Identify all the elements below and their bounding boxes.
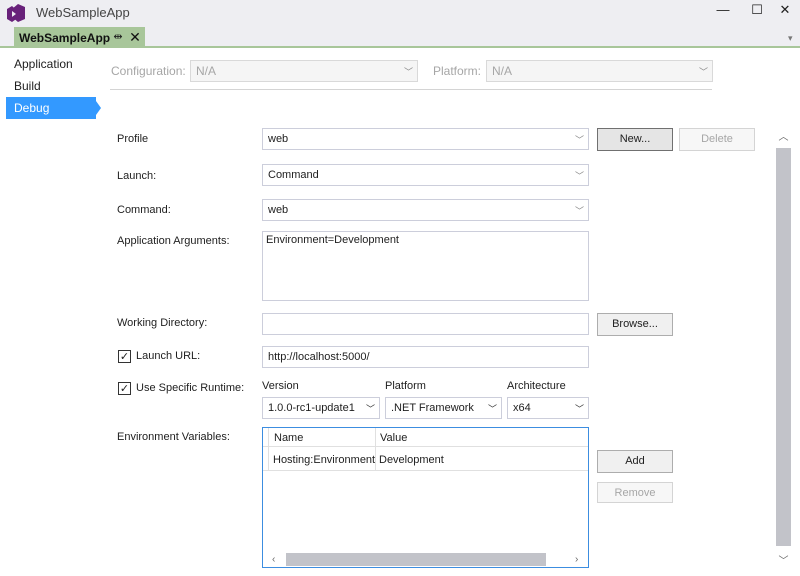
platform-label: Platform: [433, 64, 482, 78]
working-directory-label: Working Directory: [117, 317, 208, 329]
launch-url-checkbox[interactable]: ✓ [118, 350, 131, 363]
launch-url-input[interactable]: http://localhost:5000/ [262, 346, 589, 368]
working-directory-input[interactable] [262, 313, 589, 335]
close-tab-icon[interactable]: ✕ [128, 29, 142, 45]
env-var-value-cell[interactable]: Development [379, 454, 444, 466]
visual-studio-logo-icon [7, 4, 25, 22]
configuration-dropdown[interactable]: N/A ﹀ [190, 60, 418, 82]
scroll-down-icon[interactable]: ﹀ [776, 552, 791, 567]
specific-runtime-checkbox[interactable]: ✓ [118, 382, 131, 395]
command-dropdown[interactable]: web ﹀ [262, 199, 589, 221]
version-label: Version [262, 380, 299, 392]
version-dropdown[interactable]: 1.0.0-rc1-update1 ﹀ [262, 397, 380, 419]
command-label: Command: [117, 204, 171, 216]
runtime-platform-dropdown[interactable]: .NET Framework ﹀ [385, 397, 502, 419]
platform-value: N/A [492, 64, 513, 78]
sidebar-item-build[interactable]: Build [6, 75, 96, 97]
app-arguments-value: Environment=Development [266, 234, 399, 246]
browse-button[interactable]: Browse... [597, 313, 673, 336]
horizontal-scrollbar-thumb[interactable] [286, 553, 546, 566]
profile-value: web [268, 133, 289, 145]
app-arguments-label: Application Arguments: [117, 235, 230, 247]
divider [110, 89, 712, 90]
chevron-down-icon: ﹀ [487, 404, 497, 414]
command-value: web [268, 204, 289, 216]
environment-variables-label: Environment Variables: [117, 431, 230, 443]
active-indicator-arrow [96, 101, 101, 115]
chevron-down-icon: ﹀ [403, 67, 413, 77]
maximize-button[interactable]: ☐ [746, 2, 768, 22]
platform-dropdown[interactable]: N/A ﹀ [486, 60, 713, 82]
add-env-var-button[interactable]: Add [597, 450, 673, 473]
configuration-value: N/A [196, 64, 217, 78]
close-window-button[interactable]: ✕ [774, 2, 796, 22]
architecture-dropdown[interactable]: x64 ﹀ [507, 397, 589, 419]
window-title: WebSampleApp [36, 5, 130, 20]
scroll-left-icon[interactable]: ‹ [272, 554, 275, 565]
env-var-name-cell[interactable]: Hosting:Environment [273, 454, 375, 466]
launch-url-value: http://localhost:5000/ [268, 351, 370, 363]
launch-dropdown[interactable]: Command ﹀ [262, 164, 589, 186]
app-arguments-textarea[interactable]: Environment=Development [262, 231, 589, 301]
document-tab-label: WebSampleApp [19, 31, 111, 45]
new-profile-button[interactable]: New... [597, 128, 673, 151]
minimize-button[interactable]: — [712, 2, 734, 22]
chevron-down-icon: ﹀ [574, 171, 584, 181]
profile-label: Profile [117, 133, 149, 145]
architecture-label: Architecture [507, 380, 566, 392]
remove-env-var-button[interactable]: Remove [597, 482, 673, 503]
runtime-platform-value: .NET Framework [391, 402, 474, 414]
row-divider [263, 470, 588, 471]
scroll-up-icon[interactable]: ︿ [776, 128, 791, 143]
grid-header [263, 428, 588, 447]
grid-header-name[interactable]: Name [274, 432, 303, 444]
scroll-right-icon[interactable]: › [575, 554, 578, 565]
sidebar-item-debug[interactable]: Debug [6, 97, 96, 119]
chevron-down-icon: ﹀ [574, 404, 584, 414]
architecture-value: x64 [513, 402, 531, 414]
delete-profile-button[interactable]: Delete [679, 128, 755, 151]
tab-overflow-icon[interactable]: ▾ [788, 33, 793, 44]
chevron-down-icon: ﹀ [574, 135, 584, 145]
profile-dropdown[interactable]: web ﹀ [262, 128, 589, 150]
launch-url-label: Launch URL: [136, 350, 201, 362]
launch-value: Command [268, 169, 319, 181]
chevron-down-icon: ﹀ [365, 404, 375, 414]
runtime-platform-label: Platform [385, 380, 426, 392]
pin-icon[interactable]: ⇹ [112, 30, 124, 44]
configuration-label: Configuration: [111, 64, 186, 78]
chevron-down-icon: ﹀ [698, 67, 708, 77]
sidebar-item-application[interactable]: Application [6, 53, 96, 75]
specific-runtime-label: Use Specific Runtime: [136, 382, 245, 394]
version-value: 1.0.0-rc1-update1 [268, 402, 355, 414]
vertical-scrollbar-thumb[interactable] [776, 148, 791, 546]
launch-label: Launch: [117, 170, 157, 182]
chevron-down-icon: ﹀ [574, 206, 584, 216]
grid-header-value[interactable]: Value [380, 432, 407, 444]
